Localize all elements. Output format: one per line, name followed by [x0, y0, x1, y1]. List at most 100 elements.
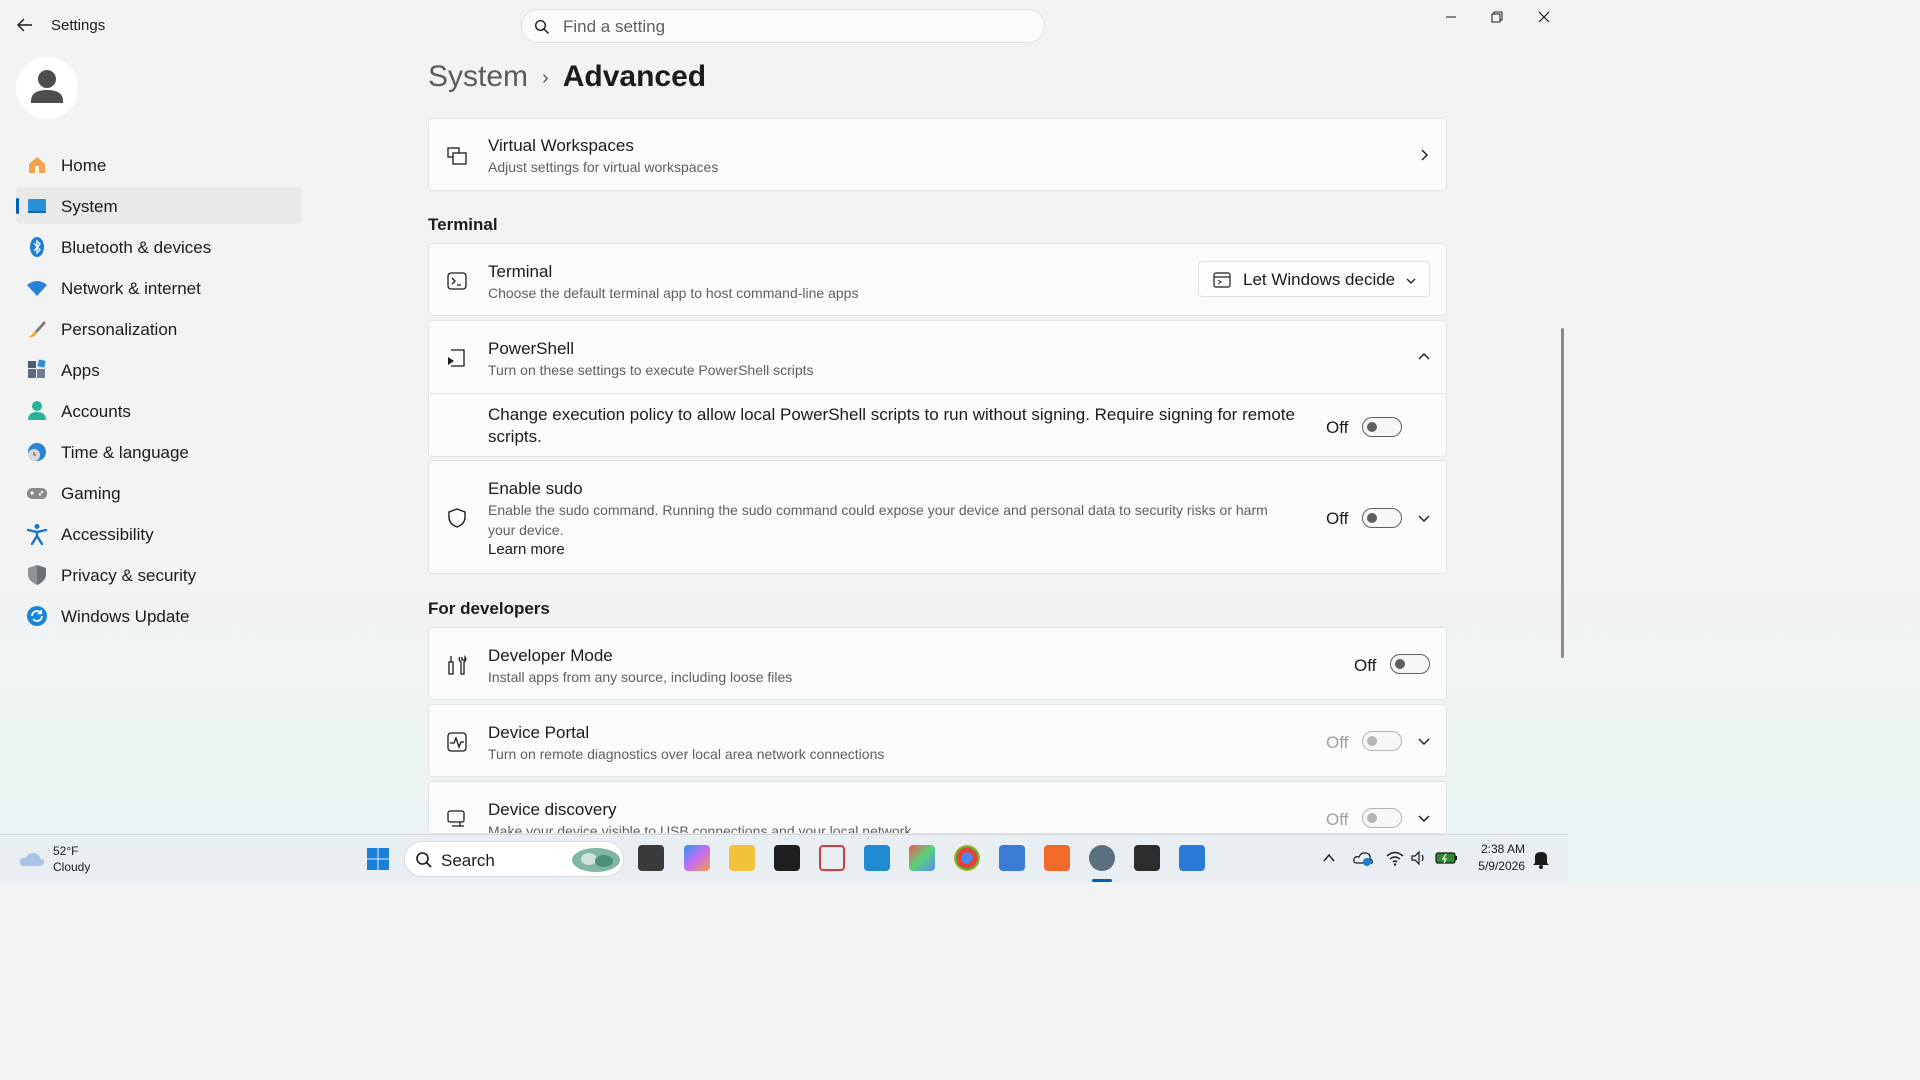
- chevron-right-icon: [1421, 149, 1428, 161]
- start-icon[interactable]: [366, 847, 390, 871]
- chevron-down-icon[interactable]: [1416, 733, 1432, 749]
- clock[interactable]: 2:38 AM 5/9/2026: [1470, 842, 1525, 873]
- virtual-workspaces-desc: Adjust settings for virtual workspaces: [488, 159, 719, 175]
- taskbar-search[interactable]: Search: [404, 841, 624, 877]
- chevron-down-icon[interactable]: [1416, 510, 1432, 526]
- sidebar-item-accounts[interactable]: Accounts: [16, 392, 302, 429]
- sudo-toggle[interactable]: [1362, 508, 1402, 528]
- device-discovery-title: Device discovery: [488, 800, 617, 819]
- wifi-icon: [27, 281, 47, 296]
- chevron-down-icon[interactable]: [1416, 810, 1432, 826]
- bluetooth-icon: [30, 237, 44, 257]
- powershell-desc: Turn on these settings to execute PowerS…: [488, 362, 814, 378]
- execution-policy-text: Change execution policy to allow local P…: [488, 405, 1295, 446]
- copilot-icon[interactable]: [684, 845, 710, 871]
- settings-search-box[interactable]: Find a setting: [521, 9, 1045, 43]
- sidebar-item-personalization[interactable]: Personalization: [16, 310, 302, 347]
- shield-outline-icon: [448, 508, 466, 528]
- gamepad-icon: [27, 488, 47, 499]
- clock-date: 5/9/2026: [1478, 859, 1525, 873]
- sidebar-item-home[interactable]: Home: [16, 146, 302, 183]
- weather-condition: Cloudy: [53, 860, 91, 874]
- device-portal-title: Device Portal: [488, 723, 590, 742]
- terminal-desc: Choose the default terminal app to host …: [488, 285, 859, 301]
- terminal-dropdown-value: Let Windows decide: [1243, 270, 1396, 289]
- developers-section-heading: For developers: [428, 599, 550, 618]
- terminal-app-icon[interactable]: [1134, 845, 1160, 871]
- accounts-icon: [28, 401, 46, 420]
- sidebar-item-gaming[interactable]: Gaming: [16, 474, 302, 511]
- remote-desktop-icon[interactable]: [1179, 845, 1205, 871]
- console-icon: [1213, 272, 1231, 288]
- device-discovery-toggle[interactable]: [1362, 808, 1402, 828]
- terminal-app-dropdown[interactable]: Let Windows decide: [1198, 261, 1430, 297]
- scrollbar[interactable]: [1561, 328, 1564, 658]
- task-view-icon[interactable]: [638, 845, 664, 871]
- search-input[interactable]: Find a setting: [563, 17, 665, 37]
- sudo-state: Off: [1326, 509, 1349, 528]
- active-app-indicator: [1092, 879, 1112, 882]
- virtual-workspaces-card[interactable]: Virtual Workspaces Adjust settings for v…: [428, 118, 1447, 191]
- sidebar-item-bluetooth[interactable]: Bluetooth & devices: [16, 228, 302, 265]
- back-arrow-icon[interactable]: [14, 14, 36, 36]
- sidebar-item-privacy[interactable]: Privacy & security: [16, 556, 302, 593]
- chrome-icon[interactable]: [954, 845, 980, 871]
- breadcrumb: System › Advanced: [428, 60, 706, 94]
- paint-icon[interactable]: [909, 845, 935, 871]
- chevron-up-icon[interactable]: [1416, 349, 1432, 365]
- xampp-icon[interactable]: [1044, 845, 1070, 871]
- powershell-icon: [448, 349, 465, 367]
- page-title: Advanced: [562, 60, 707, 93]
- snipping-tool-icon[interactable]: [819, 845, 845, 871]
- sidebar-item-system[interactable]: System: [16, 187, 302, 224]
- sidebar-item-label: Privacy & security: [61, 566, 197, 585]
- developer-mode-title: Developer Mode: [488, 646, 613, 665]
- sidebar-item-label: Network & internet: [61, 279, 201, 298]
- vscode-icon[interactable]: [864, 845, 890, 871]
- sidebar-item-apps[interactable]: Apps: [16, 351, 302, 388]
- close-icon[interactable]: [1533, 6, 1555, 28]
- sidebar-item-label: Gaming: [61, 484, 121, 503]
- file-explorer-icon[interactable]: [729, 845, 755, 871]
- execution-policy-toggle[interactable]: [1362, 417, 1402, 437]
- sudo-title: Enable sudo: [488, 479, 583, 498]
- terminal-card: Terminal Choose the default terminal app…: [428, 243, 1447, 316]
- notification-bell-icon[interactable]: [1532, 849, 1550, 869]
- onedrive-icon[interactable]: [1353, 849, 1373, 867]
- taskbar: 52°F Cloudy Search 2:38 AM 5/9/2026: [0, 834, 1568, 883]
- sidebar-item-label: Bluetooth & devices: [61, 238, 212, 257]
- powershell-title: PowerShell: [488, 339, 574, 358]
- command-prompt-icon[interactable]: [774, 845, 800, 871]
- learn-more-link[interactable]: Learn more: [488, 541, 565, 558]
- notepad-icon[interactable]: [999, 845, 1025, 871]
- user-icon: [31, 70, 63, 103]
- diagnostics-icon: [447, 732, 467, 752]
- sidebar-item-label: Personalization: [61, 320, 178, 339]
- sidebar-item-accessibility[interactable]: Accessibility: [16, 515, 302, 552]
- device-portal-toggle[interactable]: [1362, 731, 1402, 751]
- chevron-up-icon[interactable]: [1322, 851, 1336, 865]
- sidebar-item-network[interactable]: Network & internet: [16, 269, 302, 306]
- avatar[interactable]: [16, 57, 78, 119]
- settings-app-icon[interactable]: [1089, 845, 1115, 871]
- developer-mode-toggle[interactable]: [1390, 654, 1430, 674]
- title-bar: Settings Find a setting: [0, 0, 1568, 52]
- sidebar-item-windows-update[interactable]: Windows Update: [16, 597, 302, 634]
- shield-icon: [28, 565, 46, 585]
- volume-icon[interactable]: [1410, 849, 1428, 867]
- device-portal-card: Device Portal Turn on remote diagnostics…: [428, 704, 1447, 777]
- breadcrumb-parent[interactable]: System: [428, 60, 528, 93]
- wifi-icon[interactable]: [1386, 849, 1404, 867]
- device-discovery-card: Device discovery Make your device visibl…: [428, 781, 1447, 834]
- powershell-header[interactable]: PowerShell Turn on these settings to exe…: [429, 321, 1446, 394]
- restore-icon[interactable]: [1486, 6, 1508, 28]
- sidebar-item-time-language[interactable]: Time & language: [16, 433, 302, 470]
- developer-mode-desc: Install apps from any source, including …: [488, 669, 793, 685]
- virtual-workspaces-icon: [447, 147, 467, 165]
- minimize-icon[interactable]: [1440, 6, 1462, 28]
- battery-icon[interactable]: [1435, 850, 1459, 866]
- terminal-icon: [447, 272, 467, 290]
- device-discovery-icon: [447, 810, 465, 827]
- update-icon: [27, 606, 47, 626]
- sidebar-item-label: Accounts: [61, 402, 131, 421]
